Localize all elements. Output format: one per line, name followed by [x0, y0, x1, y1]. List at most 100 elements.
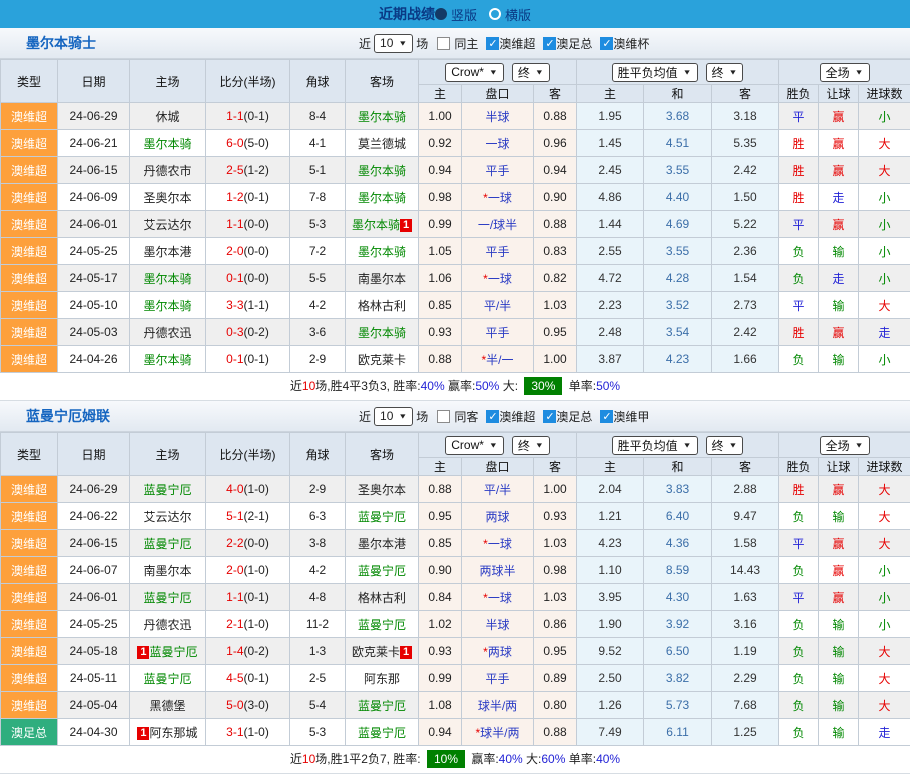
home-odds: 1.08: [419, 692, 462, 719]
col-odds-home: 主: [419, 85, 462, 103]
same-venue-checkbox[interactable]: [437, 37, 450, 50]
result-wdl: 负: [779, 265, 819, 292]
away-team-name: 蓝曼宁厄: [358, 618, 406, 632]
corner-cell: 2-5: [290, 665, 346, 692]
result-wdl: 平: [779, 584, 819, 611]
home-team-cell: 艾云达尔: [130, 503, 206, 530]
home-team-name: 丹德农迅: [143, 618, 191, 632]
avg-draw-odds: 4.28: [644, 265, 712, 292]
result-handicap: 输: [819, 638, 859, 665]
home-team-name: 圣奥尔本: [143, 191, 191, 205]
score-cell: 6-0(5-0): [206, 130, 290, 157]
away-team-cell: 墨尔本骑: [346, 238, 419, 265]
half-score: (2-1): [244, 509, 269, 523]
match-count-select[interactable]: 10▼: [374, 34, 413, 53]
result-handicap: 输: [819, 346, 859, 373]
match-date: 24-06-07: [58, 557, 130, 584]
score-cell: 0-3(0-2): [206, 319, 290, 346]
full-score: 0-1: [226, 271, 243, 285]
topbar: 近期战绩 竖版 横版: [0, 0, 910, 28]
horizontal-radio[interactable]: [489, 8, 501, 20]
vertical-radio[interactable]: [435, 8, 447, 20]
handicap-cell: 平手: [462, 665, 534, 692]
col-avg-draw: 和: [644, 458, 712, 476]
avg-time-select[interactable]: 终▼: [706, 63, 744, 82]
col-handicap: 盘口: [462, 85, 534, 103]
result-goals: 大: [859, 692, 910, 719]
match-count-select[interactable]: 10▼: [374, 407, 413, 426]
away-odds: 0.98: [534, 557, 577, 584]
result-wdl: 平: [779, 292, 819, 319]
league-type-cell: 澳维超: [1, 238, 58, 265]
avg-odds-select[interactable]: 胜平负均值▼: [612, 436, 698, 455]
handicap-name: 平/半: [484, 483, 511, 497]
handicap-name: 一球: [488, 537, 512, 551]
away-team-name: 圣奥尔本: [358, 483, 406, 497]
home-odds: 0.92: [419, 130, 462, 157]
same-venue-checkbox[interactable]: [437, 410, 450, 423]
corner-cell: 5-1: [290, 157, 346, 184]
table-row: 澳维超 24-05-25 墨尔本港 2-0(0-0) 7-2 墨尔本骑 1.05…: [1, 238, 910, 265]
league-checkbox-3[interactable]: [600, 37, 613, 50]
bookmaker-select[interactable]: Crow*▼: [445, 436, 504, 455]
handicap-name: 球半/两: [478, 699, 517, 713]
away-odds: 0.88: [534, 103, 577, 130]
league-checkbox-1[interactable]: [486, 37, 499, 50]
scope-select[interactable]: 全场▼: [820, 63, 870, 82]
handicap-name: 平/半: [484, 299, 511, 313]
odds-time-select[interactable]: 终▼: [512, 63, 550, 82]
bookmaker-select[interactable]: Crow*▼: [445, 63, 504, 82]
chevron-down-icon: ▼: [855, 68, 864, 76]
half-score: (5-0): [244, 136, 269, 150]
score-cell: 1-4(0-2): [206, 638, 290, 665]
half-score: (0-1): [244, 590, 269, 604]
col-avg-home: 主: [577, 85, 644, 103]
result-wdl: 胜: [779, 157, 819, 184]
table-row: 澳维超 24-06-09 圣奥尔本 1-2(0-1) 7-8 墨尔本骑 0.98…: [1, 184, 910, 211]
full-score: 2-0: [226, 563, 243, 577]
avg-away-odds: 1.50: [712, 184, 779, 211]
home-odds: 0.85: [419, 530, 462, 557]
home-team-cell: 墨尔本骑: [130, 130, 206, 157]
avg-draw-odds: 5.73: [644, 692, 712, 719]
table-row: 澳维超 24-06-15 蓝曼宁厄 2-2(0-0) 3-8 墨尔本港 0.85…: [1, 530, 910, 557]
odds-time-select[interactable]: 终▼: [512, 436, 550, 455]
avg-time-select[interactable]: 终▼: [706, 436, 744, 455]
full-score: 0-3: [226, 325, 243, 339]
league-type-cell: 澳维超: [1, 103, 58, 130]
full-score: 1-4: [226, 644, 243, 658]
avg-odds-select[interactable]: 胜平负均值▼: [612, 63, 698, 82]
result-goals: 小: [859, 103, 910, 130]
league-checkbox-1[interactable]: [486, 410, 499, 423]
handicap-cell: 半球: [462, 611, 534, 638]
result-handicap: 赢: [819, 584, 859, 611]
handicap-cell: *一球: [462, 584, 534, 611]
league-checkbox-2[interactable]: [543, 410, 556, 423]
handicap-name: 一/球半: [478, 218, 517, 232]
avg-home-odds: 3.95: [577, 584, 644, 611]
col-date: 日期: [58, 433, 130, 476]
avg-home-odds: 7.49: [577, 719, 644, 746]
col-avg-away: 客: [712, 85, 779, 103]
half-score: (0-1): [244, 352, 269, 366]
league-type-cell: 澳维超: [1, 584, 58, 611]
result-handicap: 走: [819, 184, 859, 211]
league-type-cell: 澳维超: [1, 265, 58, 292]
match-date: 24-04-26: [58, 346, 130, 373]
horizontal-radio-label[interactable]: 横版: [505, 5, 531, 24]
result-goals: 小: [859, 611, 910, 638]
handicap-name: 半/一: [486, 353, 513, 367]
scope-select[interactable]: 全场▼: [820, 436, 870, 455]
avg-draw-odds: 6.40: [644, 503, 712, 530]
match-date: 24-06-01: [58, 211, 130, 238]
vertical-radio-label[interactable]: 竖版: [451, 5, 477, 24]
league-checkbox-3[interactable]: [600, 410, 613, 423]
league-label-2: 澳足总: [556, 408, 592, 425]
avg-away-odds: 5.22: [712, 211, 779, 238]
stats-table-1: 类型 日期 主场 比分(半场) 角球 客场 Crow*▼ 终▼ 胜平负均值▼ 终…: [0, 59, 910, 373]
home-odds: 0.95: [419, 503, 462, 530]
away-team-cell: 蓝曼宁厄: [346, 611, 419, 638]
red-card-badge: 1: [137, 646, 149, 659]
league-checkbox-2[interactable]: [543, 37, 556, 50]
home-odds: 0.93: [419, 319, 462, 346]
